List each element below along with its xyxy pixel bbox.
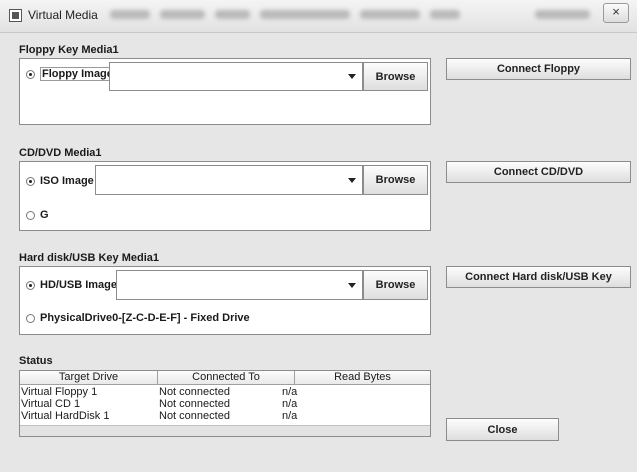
floppy-group: Floppy Image Browse: [19, 58, 431, 125]
chevron-down-icon[interactable]: [342, 271, 362, 299]
cddvd-browse-button[interactable]: Browse: [363, 165, 428, 195]
radio-unselected-icon: [26, 210, 35, 220]
column-header-read-bytes[interactable]: Read Bytes: [295, 371, 430, 384]
table-row[interactable]: Virtual CD 1 Not connected n/a: [20, 398, 430, 410]
menu-blurred: [360, 10, 420, 19]
iso-image-label: ISO Image: [40, 175, 94, 187]
table-row[interactable]: Virtual HardDisk 1 Not connected n/a: [20, 410, 430, 422]
table-cell: n/a: [282, 386, 298, 398]
hdd-browse-button[interactable]: Browse: [363, 270, 428, 300]
radio-unselected-icon: [26, 313, 35, 323]
radio-selected-icon: [26, 280, 35, 290]
floppy-section-title: Floppy Key Media1: [19, 44, 119, 56]
connect-cddvd-button[interactable]: Connect CD/DVD: [446, 161, 631, 183]
status-table: Target Drive Connected To Read Bytes Vir…: [19, 370, 431, 437]
iso-image-radio[interactable]: ISO Image: [26, 175, 94, 187]
cddvd-group: ISO Image Browse G: [19, 161, 431, 231]
menu-blurred: [215, 10, 250, 19]
status-section-title: Status: [19, 355, 53, 367]
hdd-section-title: Hard disk/USB Key Media1: [19, 252, 159, 264]
radio-selected-icon: [26, 69, 35, 79]
cddvd-section-title: CD/DVD Media1: [19, 147, 102, 159]
table-cell: n/a: [282, 398, 298, 410]
floppy-browse-button[interactable]: Browse: [363, 62, 428, 91]
hdusb-image-label: HD/USB Image: [40, 279, 118, 291]
status-table-header: Target Drive Connected To Read Bytes: [20, 371, 430, 385]
menu-blurred: [535, 10, 590, 19]
horizontal-scrollbar[interactable]: [20, 425, 430, 436]
drive-g-label: G: [40, 209, 49, 221]
floppy-image-combo[interactable]: [109, 62, 363, 91]
table-cell: Not connected: [159, 386, 230, 398]
table-cell: Virtual Floppy 1: [21, 386, 98, 398]
floppy-image-label: Floppy Image: [40, 67, 115, 81]
radio-selected-icon: [26, 176, 35, 186]
physical-drive-radio[interactable]: PhysicalDrive0-[Z-C-D-E-F] - Fixed Drive: [26, 312, 250, 324]
table-cell: Virtual HardDisk 1: [21, 410, 110, 422]
chevron-down-icon[interactable]: [342, 63, 362, 90]
window-title: Virtual Media: [28, 8, 98, 22]
menu-blurred: [160, 10, 205, 19]
close-button[interactable]: Close: [446, 418, 559, 441]
table-cell: Not connected: [159, 410, 230, 422]
window-close-button[interactable]: ×: [603, 3, 629, 23]
close-icon: ×: [612, 4, 620, 19]
chevron-down-icon[interactable]: [342, 166, 362, 194]
drive-g-radio[interactable]: G: [26, 209, 49, 221]
physical-drive-label: PhysicalDrive0-[Z-C-D-E-F] - Fixed Drive: [40, 312, 250, 324]
table-cell: Not connected: [159, 398, 230, 410]
hdd-group: HD/USB Image Browse PhysicalDrive0-[Z-C-…: [19, 266, 431, 335]
iso-image-combo[interactable]: [95, 165, 363, 195]
floppy-image-radio[interactable]: Floppy Image: [26, 67, 115, 81]
column-header-target-drive[interactable]: Target Drive: [20, 371, 158, 384]
table-cell: Virtual CD 1: [21, 398, 81, 410]
menu-blurred: [430, 10, 460, 19]
column-header-connected-to[interactable]: Connected To: [158, 371, 295, 384]
menu-blurred: [110, 10, 150, 19]
hdusb-image-combo[interactable]: [116, 270, 363, 300]
table-cell: n/a: [282, 410, 298, 422]
table-row[interactable]: Virtual Floppy 1 Not connected n/a: [20, 386, 430, 398]
virtual-media-icon: [9, 9, 22, 22]
title-bar: Virtual Media ×: [0, 0, 637, 33]
connect-hdd-button[interactable]: Connect Hard disk/USB Key: [446, 266, 631, 288]
menu-blurred: [260, 10, 350, 19]
connect-floppy-button[interactable]: Connect Floppy: [446, 58, 631, 80]
hdusb-image-radio[interactable]: HD/USB Image: [26, 279, 117, 291]
